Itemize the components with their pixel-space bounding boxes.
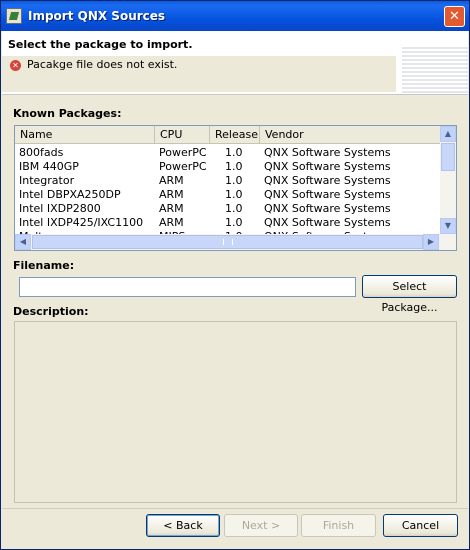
error-message-bar: ✕ Pacakge file does not exist. [2,56,396,92]
packages-table[interactable]: Name CPU Release Vendor 800fads PowerPC … [14,125,457,251]
table-row[interactable]: IBM 440GP PowerPC 1.0 QNX Software Syste… [15,160,443,174]
cell-name: Intel DBPXA250DP [19,188,121,201]
wizard-banner-image [402,45,468,93]
known-packages-label: Known Packages: [13,107,122,120]
cell-vendor: QNX Software Systems [264,188,391,201]
scroll-down-button[interactable]: ▼ [440,218,456,234]
import-dialog: Import QNX Sources ✕ Select the package … [0,0,470,550]
column-header-name[interactable]: Name [15,126,155,143]
table-row[interactable]: Integrator ARM 1.0 QNX Software Systems [15,174,443,188]
error-icon: ✕ [10,60,21,71]
cell-release: 1.0 [225,146,243,159]
cell-name: IBM 440GP [19,160,79,173]
cell-cpu: ARM [159,202,184,215]
cell-cpu: PowerPC [159,146,207,159]
horizontal-scroll-thumb[interactable] [32,235,423,249]
cell-release: 1.0 [225,188,243,201]
table-row[interactable]: Intel IXDP2800 ARM 1.0 QNX Software Syst… [15,202,443,216]
cell-vendor: QNX Software Systems [264,216,391,229]
close-button[interactable]: ✕ [444,6,465,27]
description-area [14,321,457,503]
cell-name: Integrator [19,174,75,187]
vertical-scroll-thumb[interactable] [441,143,455,171]
footer-divider [2,508,468,509]
cell-name: Intel IXDP2800 [19,202,101,215]
window-title: Import QNX Sources [28,9,166,23]
cell-name: Intel IXDP425/IXC1100 [19,216,144,229]
column-header-vendor[interactable]: Vendor [260,126,443,143]
horizontal-scrollbar[interactable]: ◀ ▶ [15,234,456,250]
cell-vendor: QNX Software Systems [264,174,391,187]
back-button[interactable]: < Back [146,514,220,537]
cancel-button[interactable]: Cancel [383,514,458,537]
scroll-right-button[interactable]: ▶ [423,234,439,250]
next-button[interactable]: Next > [224,514,298,537]
column-header-cpu[interactable]: CPU [155,126,210,143]
cell-release: 1.0 [225,174,243,187]
cell-release: 1.0 [225,216,243,229]
cell-cpu: ARM [159,174,184,187]
wizard-header: Select the package to import. ✕ Pacakge … [2,31,468,95]
scroll-grip [223,239,233,245]
description-label: Description: [13,305,89,318]
app-icon [6,8,22,24]
table-row[interactable]: 800fads PowerPC 1.0 QNX Software Systems [15,146,443,160]
cell-release: 1.0 [225,202,243,215]
cell-vendor: QNX Software Systems [264,160,391,173]
table-row[interactable]: Intel DBPXA250DP ARM 1.0 QNX Software Sy… [15,188,443,202]
table-header: Name CPU Release Vendor [15,126,443,144]
filename-label: Filename: [13,259,75,272]
cell-vendor: QNX Software Systems [264,202,391,215]
column-header-release[interactable]: Release [210,126,260,143]
title-bar[interactable]: Import QNX Sources ✕ [1,1,469,31]
page-title: Select the package to import. [8,38,193,51]
finish-button[interactable]: Finish [301,514,376,537]
cell-vendor: QNX Software Systems [264,146,391,159]
cell-cpu: ARM [159,216,184,229]
select-package-button[interactable]: Select Package... [362,275,457,314]
cell-release: 1.0 [225,160,243,173]
scroll-left-button[interactable]: ◀ [15,234,31,250]
table-row[interactable]: Intel IXDP425/IXC1100 ARM 1.0 QNX Softwa… [15,216,443,230]
filename-input[interactable] [19,277,356,297]
scroll-up-button[interactable]: ▲ [440,126,456,142]
vertical-scrollbar[interactable]: ▲ ▼ [440,126,456,234]
cell-name: 800fads [19,146,64,159]
cell-cpu: ARM [159,188,184,201]
cell-cpu: PowerPC [159,160,207,173]
error-message: Pacakge file does not exist. [27,58,178,71]
